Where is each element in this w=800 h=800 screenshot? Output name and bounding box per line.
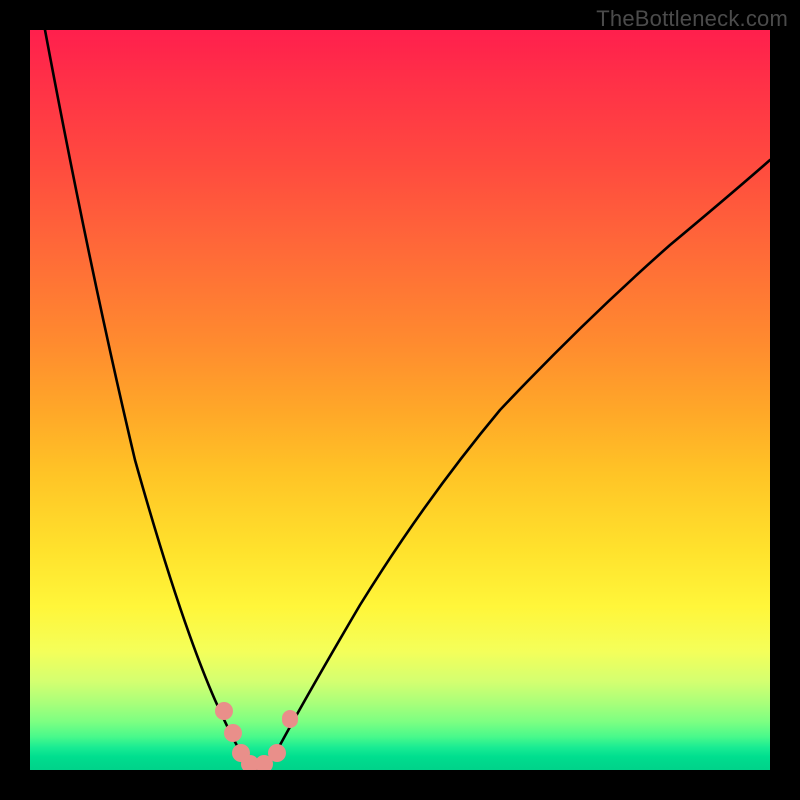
watermark-text: TheBottleneck.com [596, 6, 788, 32]
chart-stage: TheBottleneck.com [0, 0, 800, 800]
marker-dot [268, 744, 286, 762]
marker-dot [224, 724, 242, 742]
curve-right-branch [255, 160, 770, 769]
plot-area [30, 30, 770, 770]
curve-left-branch [45, 30, 255, 769]
marker-dot [215, 702, 233, 720]
bottleneck-curve [30, 30, 770, 770]
marker-dot [282, 710, 298, 728]
